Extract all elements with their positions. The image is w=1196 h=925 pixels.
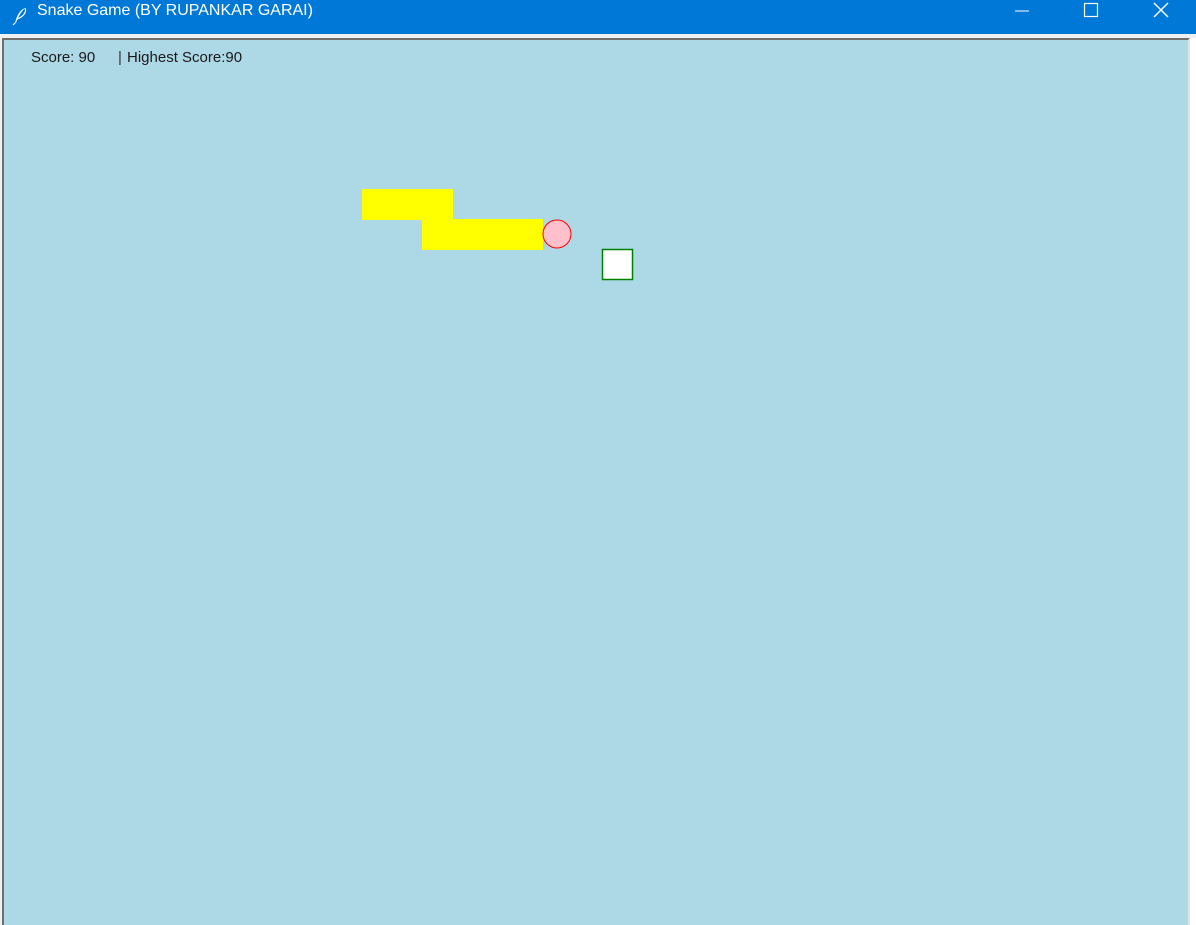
feather-icon — [10, 6, 30, 26]
close-icon — [1153, 2, 1169, 18]
title-bar[interactable]: Snake Game (BY RUPANKAR GARAI) — [0, 0, 1196, 34]
snake-segment — [482, 219, 513, 250]
game-window: Snake Game (BY RUPANKAR GARAI) Score: 90… — [0, 0, 1196, 925]
food-item — [601, 248, 634, 281]
snake-segment — [452, 219, 483, 250]
minimize-icon — [1015, 10, 1029, 12]
game-board — [362, 189, 634, 281]
minimize-button[interactable] — [999, 0, 1045, 22]
game-canvas[interactable]: Score: 90 | Highest Score:90 — [2, 38, 1190, 925]
close-button[interactable] — [1138, 0, 1184, 22]
window-edge — [1190, 38, 1196, 925]
snake-segment — [422, 219, 453, 250]
snake-segment — [362, 189, 393, 220]
snake-head — [542, 219, 572, 249]
window-title: Snake Game (BY RUPANKAR GARAI) — [37, 2, 313, 19]
maximize-button[interactable] — [1068, 0, 1114, 22]
maximize-icon — [1083, 2, 1099, 18]
snake-segment — [392, 189, 423, 220]
snake-segment — [422, 189, 453, 220]
snake-segment — [512, 219, 543, 250]
